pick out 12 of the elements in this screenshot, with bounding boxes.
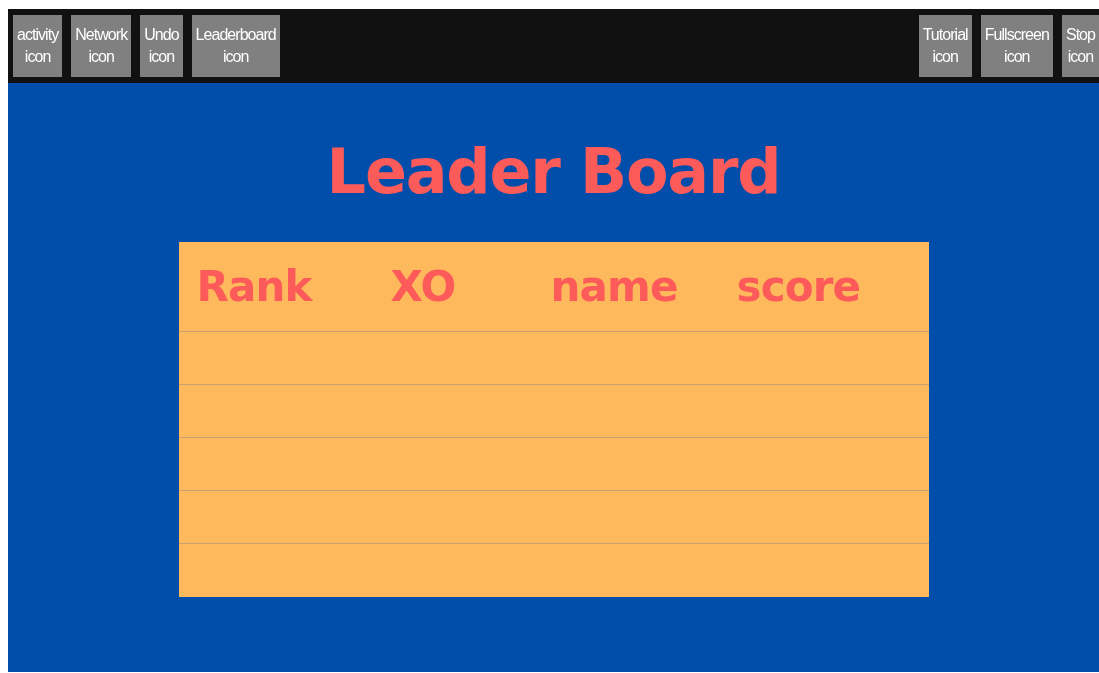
toolbar-button[interactable]: Undo icon — [140, 15, 183, 77]
toolbar-button[interactable]: Stop icon — [1061, 15, 1099, 77]
column-header: Rank — [196, 262, 312, 311]
column-header: name — [550, 262, 678, 311]
toolbar-button[interactable]: activity icon — [13, 15, 63, 77]
page-title: Leader Board — [326, 141, 781, 203]
toolbar-button[interactable]: Tutorial icon — [918, 15, 972, 77]
toolbar-button[interactable]: Network icon — [71, 15, 132, 77]
column-header: XO — [390, 262, 456, 311]
column-header: score — [736, 262, 861, 311]
toolbar-button[interactable]: Fullscreen icon — [980, 15, 1053, 77]
toolbar-button[interactable]: Leaderboard icon — [191, 15, 280, 77]
